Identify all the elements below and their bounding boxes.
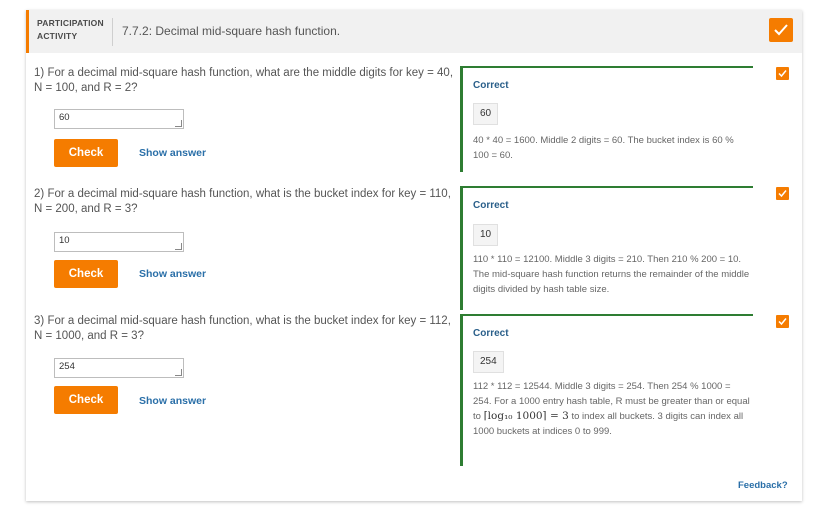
question-3-check-button[interactable]: Check xyxy=(54,386,118,414)
question-3-answer-input[interactable]: 254 xyxy=(54,358,184,378)
activity-type-label: PARTICIPATION ACTIVITY xyxy=(37,18,104,41)
question-3-status: Correct xyxy=(473,328,509,339)
log-formula: ⌈log₁₀ 1000⌉ = 3 xyxy=(483,410,569,422)
question-1: 1) For a decimal mid-square hash functio… xyxy=(26,66,802,176)
question-2-check-button[interactable]: Check xyxy=(54,260,118,288)
check-icon xyxy=(778,318,787,326)
question-2-answer-input[interactable]: 10 xyxy=(54,232,184,252)
question-2-complete-badge xyxy=(776,187,789,200)
header-divider xyxy=(112,18,113,46)
question-1-text: 1) For a decimal mid-square hash functio… xyxy=(34,67,454,94)
participation-activity-card: PARTICIPATION ACTIVITY 7.7.2: Decimal mi… xyxy=(26,10,802,501)
question-3-show-answer-link[interactable]: Show answer xyxy=(139,395,206,407)
question-2-feedback: Correct 10 110 * 110 = 12100. Middle 3 d… xyxy=(460,186,753,310)
question-2-explanation: 110 * 110 = 12100. Middle 3 digits = 210… xyxy=(473,254,750,295)
question-3-feedback: Correct 254 112 * 112 = 12544. Middle 3 … xyxy=(460,314,753,466)
activity-header: PARTICIPATION ACTIVITY 7.7.2: Decimal mi… xyxy=(26,10,802,53)
activity-complete-badge xyxy=(769,18,793,42)
question-2-status: Correct xyxy=(473,200,509,211)
question-1-feedback: Correct 60 40 * 40 = 1600. Middle 2 digi… xyxy=(460,66,753,172)
feedback-link[interactable]: Feedback? xyxy=(738,480,788,491)
question-3-text: 3) For a decimal mid-square hash functio… xyxy=(34,315,451,342)
question-2-correct-value: 10 xyxy=(473,224,499,246)
question-1-explanation: 40 * 40 = 1600. Middle 2 digits = 60. Th… xyxy=(473,135,734,161)
question-3: 3) For a decimal mid-square hash functio… xyxy=(26,314,802,474)
question-1-show-answer-link[interactable]: Show answer xyxy=(139,147,206,159)
check-icon xyxy=(778,190,787,198)
question-3-correct-value: 254 xyxy=(473,351,504,373)
question-3-explanation: 112 * 112 = 12544. Middle 3 digits = 254… xyxy=(473,381,750,437)
question-1-complete-badge xyxy=(776,67,789,80)
activity-title: 7.7.2: Decimal mid-square hash function. xyxy=(122,24,341,38)
question-3-complete-badge xyxy=(776,315,789,328)
question-1-answer-input[interactable]: 60 xyxy=(54,109,184,129)
question-2-show-answer-link[interactable]: Show answer xyxy=(139,268,206,280)
check-icon xyxy=(778,70,787,78)
question-1-check-button[interactable]: Check xyxy=(54,139,118,167)
check-icon xyxy=(774,24,788,36)
question-2: 2) For a decimal mid-square hash functio… xyxy=(26,186,802,310)
header-accent-bar xyxy=(26,10,29,53)
question-2-text: 2) For a decimal mid-square hash functio… xyxy=(34,188,451,215)
question-1-correct-value: 60 xyxy=(473,103,499,125)
question-1-status: Correct xyxy=(473,80,509,91)
